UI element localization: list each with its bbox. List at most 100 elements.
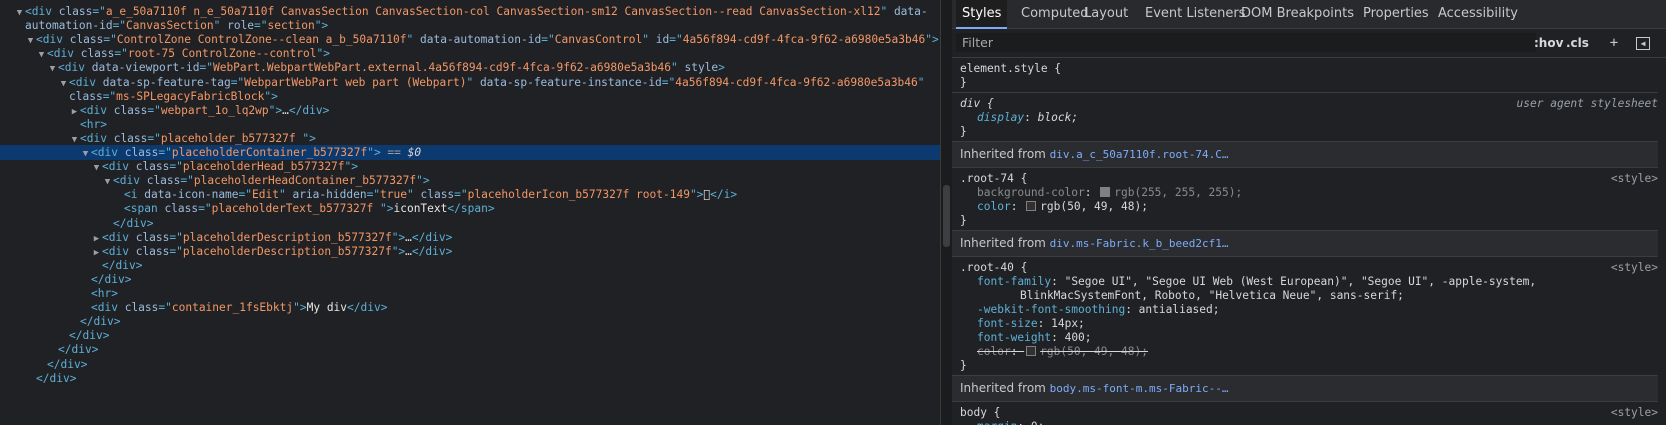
color-swatch-icon[interactable] [1100,187,1111,197]
property-value[interactable]: 400; [1065,331,1092,344]
rule-origin[interactable]: <style> [1611,171,1658,186]
dom-node-line[interactable]: <span class="placeholderText_b577327f ">… [0,201,940,216]
collapse-arrow-icon[interactable]: ▼ [14,6,25,19]
property-value[interactable]: antialiased; [1139,303,1220,316]
tab-accessibility[interactable]: Accessibility [1432,0,1524,28]
scrollbar-thumb[interactable] [943,185,950,247]
selector-text[interactable]: div { [960,97,994,110]
dom-node-line[interactable]: ▼ <div data-viewport-id="WebPart.WebpartW… [0,60,940,75]
toggle-sidebar-icon[interactable]: ◀ [1636,37,1650,50]
selector-text[interactable]: element.style { [960,62,1061,75]
tab-properties[interactable]: Properties [1357,0,1435,28]
color-swatch-icon[interactable] [1026,346,1037,356]
property-name[interactable]: color [977,200,1011,213]
style-declaration[interactable]: margin: 0; [960,420,1658,425]
rule-origin[interactable]: <style> [1611,405,1658,420]
dom-node-line[interactable]: class="ms-SPLegacyFabricBlock"> [0,89,940,104]
dom-node-line[interactable]: </div> [0,272,940,287]
tab-layout[interactable]: Layout [1078,0,1134,28]
dom-node-line[interactable]: ▶ <div class="placeholderDescription_b577… [0,230,940,245]
collapsed-ellipsis[interactable]: … [405,231,412,244]
expand-arrow-icon[interactable]: ▶ [69,105,80,118]
plus-icon[interactable]: + [1606,35,1622,51]
dom-node-line[interactable]: </div> [0,357,940,372]
collapse-arrow-icon[interactable]: ▼ [25,34,36,47]
rule-selector[interactable]: body { <style> [960,405,1658,420]
dom-node-line[interactable]: ▼ <div class="placeholder_b577327f "> [0,131,940,146]
rule-origin[interactable]: <style> [1611,260,1658,275]
style-declaration[interactable]: display: block; [960,111,1658,125]
style-declaration[interactable]: background-color: rgb(255, 255, 255); [960,186,1658,200]
property-value[interactable]: rgb(255, 255, 255); [1114,186,1242,199]
expand-arrow-icon[interactable]: ▶ [91,232,102,245]
dom-node-line[interactable]: </div> [0,371,940,386]
rule-selector[interactable]: .root-40 { <style> [960,260,1658,275]
style-declaration[interactable]: font-weight: 400; [960,331,1658,345]
rule-selector[interactable]: .root-74 { <style> [960,171,1658,186]
style-declaration[interactable]: color: rgb(50, 49, 48); [960,345,1658,359]
hover-state-toggle[interactable]: :hov [1534,35,1563,51]
dom-node-line[interactable]: </div> [0,314,940,329]
property-name[interactable]: -webkit-font-smoothing [977,303,1125,316]
collapse-arrow-icon[interactable]: ▼ [47,62,58,75]
property-name[interactable]: font-size [977,317,1038,330]
selector-text[interactable]: body { [960,406,1000,419]
dom-node-line[interactable]: ▼ <div class="ControlZone ControlZone--cl… [0,32,940,47]
dom-node-line[interactable]: ▼ <div class="a_e_50a7110f n_e_50a7110f C… [0,4,940,19]
property-name[interactable]: margin [977,420,1017,425]
dom-node-line[interactable]: <div class="container_1fsEbktj">My div</… [0,300,940,315]
collapse-arrow-icon[interactable]: ▼ [102,175,113,188]
property-value[interactable]: 14px; [1051,317,1085,330]
collapse-arrow-icon[interactable]: ▼ [91,161,102,174]
selector-text[interactable]: .root-74 { [960,172,1027,185]
collapse-arrow-icon[interactable]: ▼ [58,77,69,90]
property-value[interactable]: 0; [1031,420,1044,425]
property-value[interactable]: "Segoe UI", "Segoe UI Web (West European… [1065,275,1536,288]
rule-selector[interactable]: div {user agent stylesheet [960,96,1658,111]
styles-filter-input[interactable] [956,33,1536,52]
style-declaration[interactable]: BlinkMacSystemFont, Roboto, "Helvetica N… [960,289,1658,303]
collapse-arrow-icon[interactable]: ▼ [36,48,47,61]
inherited-source-link[interactable]: body.ms-font-m.ms-Fabric--… [1050,382,1229,395]
dom-node-line[interactable]: ▶ <div class="webpart_1o_lq2wp">…</div> [0,103,940,118]
dom-node-line[interactable]: automation-id="CanvasSection" role="sect… [0,18,940,33]
color-swatch-icon[interactable] [1026,201,1037,211]
dom-node-line[interactable]: </div> [0,328,940,343]
collapsed-ellipsis[interactable]: … [282,104,289,117]
property-name[interactable]: background-color [977,186,1085,199]
style-declaration[interactable]: -webkit-font-smoothing: antialiased; [960,303,1658,317]
property-value[interactable]: block; [1038,111,1078,124]
dom-node-line[interactable]: <hr> [0,286,940,301]
dom-node-line[interactable]: ▼ <div class="root-75 ControlZone--contro… [0,46,940,61]
property-name[interactable]: font-weight [977,331,1051,344]
collapse-arrow-icon[interactable]: ▼ [80,147,91,160]
style-declaration[interactable]: color: rgb(50, 49, 48); [960,200,1658,214]
tab-dom-breakpoints[interactable]: DOM Breakpoints [1235,0,1360,28]
style-declaration[interactable]: font-size: 14px; [960,317,1658,331]
selector-text[interactable]: .root-40 { [960,261,1027,274]
property-value[interactable]: rgb(50, 49, 48); [1040,200,1148,213]
dom-node-line[interactable]: </div> [0,216,940,231]
property-name[interactable]: display [977,111,1024,124]
property-value[interactable]: BlinkMacSystemFont, Roboto, "Helvetica N… [1020,289,1404,302]
style-declaration[interactable]: font-family: "Segoe UI", "Segoe UI Web (… [960,275,1658,289]
dom-node-line[interactable]: <i data-icon-name="Edit" aria-hidden="tr… [0,187,940,202]
dom-node-line[interactable]: ▶ <div class="placeholderDescription_b577… [0,244,940,259]
inherited-source-link[interactable]: div.ms-Fabric.k_b_beed2cf1… [1050,237,1229,250]
dom-node-line[interactable]: </div> [0,258,940,273]
dom-node-line[interactable]: ▼ <div class="placeholderHead_b577327f"> [0,159,940,174]
collapsed-ellipsis[interactable]: … [405,245,412,258]
dom-node-line[interactable]: <hr> [0,117,940,132]
property-name[interactable]: font-family [977,275,1051,288]
class-toggle[interactable]: .cls [1566,35,1589,51]
rule-selector[interactable]: element.style { [960,61,1658,76]
collapse-arrow-icon[interactable]: ▼ [69,133,80,146]
dom-node-line[interactable]: ▼ <div class="placeholderHeadContainer_b5… [0,173,940,188]
tab-styles[interactable]: Styles [956,0,1008,29]
selected-dom-node[interactable]: ▼ <div class="placeholderContainer_b57732… [0,145,940,160]
expand-arrow-icon[interactable]: ▶ [91,246,102,259]
property-name[interactable]: color [977,345,1011,358]
property-value[interactable]: rgb(50, 49, 48); [1040,345,1148,358]
dom-node-line[interactable]: </div> [0,342,940,357]
inherited-source-link[interactable]: div.a_c_50a7110f.root-74.C… [1050,148,1229,161]
